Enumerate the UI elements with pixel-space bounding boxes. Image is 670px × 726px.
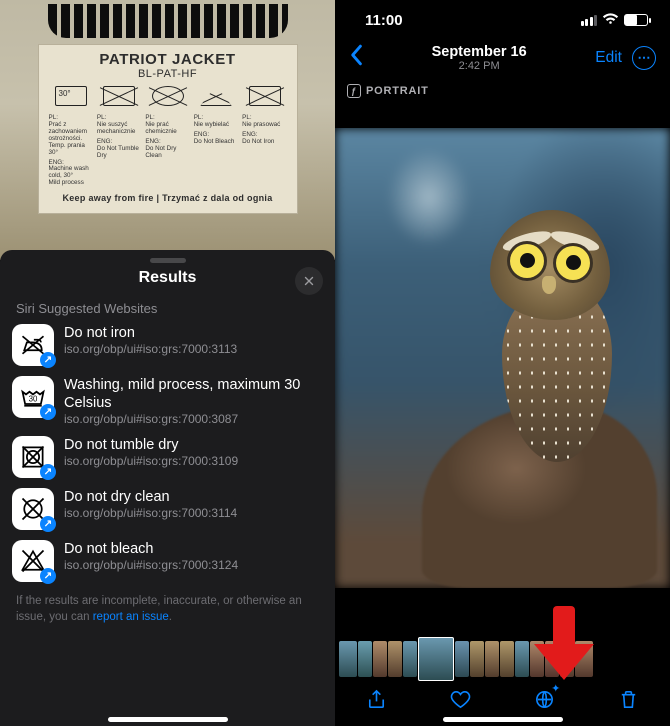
result-url: iso.org/obp/ui#iso:grs:7000:3113 [64, 342, 237, 356]
result-url: iso.org/obp/ui#iso:grs:7000:3124 [64, 558, 238, 572]
results-list: Do not ironiso.org/obp/ui#iso:grs:7000:3… [0, 324, 335, 582]
thumbnail[interactable] [339, 641, 357, 677]
photo-time: 2:42 PM [432, 60, 527, 72]
nav-bar: September 16 2:42 PM Edit ⋯ [335, 40, 670, 80]
home-indicator[interactable] [443, 717, 563, 722]
portrait-text: PORTRAIT [366, 85, 429, 97]
result-title: Do not bleach [64, 540, 238, 558]
thumbnail[interactable] [403, 641, 417, 677]
external-link-badge [40, 464, 56, 480]
product-code: BL-PAT-HF [49, 68, 287, 80]
result-row[interactable]: Do not tumble dryiso.org/obp/ui#iso:grs:… [12, 436, 323, 478]
status-icons [581, 12, 649, 28]
thumbnail[interactable] [470, 641, 484, 677]
thumbnail[interactable] [515, 641, 529, 677]
result-row[interactable]: Do not bleachiso.org/obp/ui#iso:grs:7000… [12, 540, 323, 582]
external-link-badge [40, 516, 56, 532]
thumbnail[interactable] [500, 641, 514, 677]
result-url: iso.org/obp/ui#iso:grs:7000:3114 [64, 506, 237, 520]
photo-date: September 16 [432, 44, 527, 60]
spiral-binding [48, 4, 288, 38]
care-col: PL:Nie wybielaćENG:Do Not Bleach [194, 115, 238, 187]
visual-lookup-panel: PATRIOT JACKET BL-PAT-HF 30° PL:Prać z z… [0, 0, 335, 726]
back-button[interactable] [349, 44, 363, 72]
visual-lookup-button[interactable]: ✦ [531, 686, 557, 712]
annotation-arrow [534, 606, 590, 686]
home-indicator[interactable] [108, 717, 228, 722]
external-link-badge [40, 352, 56, 368]
sheet-grabber[interactable] [150, 258, 186, 263]
thumbnail-strip[interactable] [335, 640, 670, 678]
sparkle-icon: ✦ [551, 682, 560, 695]
share-button[interactable] [364, 686, 390, 712]
care-col: PL:Nie prasowaćENG:Do Not Iron [242, 115, 286, 187]
result-url: iso.org/obp/ui#iso:grs:7000:3087 [64, 412, 323, 426]
care-col: PL:Prać z zachowaniem ostrożności.Temp. … [49, 115, 93, 187]
result-title: Do not dry clean [64, 488, 237, 506]
iron-x-icon [12, 324, 54, 366]
circle-x-icon [12, 488, 54, 530]
thumbnail[interactable] [485, 641, 499, 677]
footer-note: If the results are incomplete, inaccurat… [0, 582, 335, 625]
thumbnail[interactable] [455, 641, 469, 677]
clock: 11:00 [365, 12, 403, 29]
battery-icon [624, 14, 648, 26]
care-label: PATRIOT JACKET BL-PAT-HF 30° PL:Prać z z… [38, 44, 298, 214]
nav-title: September 16 2:42 PM [432, 44, 527, 72]
thumbnail[interactable] [373, 641, 387, 677]
sheet-title: Results [139, 269, 197, 287]
result-title: Do not iron [64, 324, 237, 342]
result-title: Do not tumble dry [64, 436, 238, 454]
photos-app-panel: 11:00 September 16 2:42 PM Edit ⋯ ƒ PORT… [335, 0, 670, 726]
thumbnail[interactable] [358, 641, 372, 677]
care-text-grid: PL:Prać z zachowaniem ostrożności.Temp. … [49, 115, 287, 187]
care-col: PL:Nie suszyć mechanicznieENG:Do Not Tum… [97, 115, 141, 187]
svg-text:30: 30 [29, 394, 38, 403]
report-issue-link[interactable]: report an issue [93, 611, 169, 623]
result-row[interactable]: Do not dry cleaniso.org/obp/ui#iso:grs:7… [12, 488, 323, 530]
care-tag-photo: PATRIOT JACKET BL-PAT-HF 30° PL:Prać z z… [0, 0, 335, 260]
portrait-f-icon: ƒ [347, 84, 361, 98]
keep-away-warning: Keep away from fire | Trzymać z dala od … [49, 193, 287, 203]
care-col: PL:Nie prać chemicznieENG:Do Not Dry Cle… [145, 115, 189, 187]
wifi-icon [602, 12, 619, 28]
bleach-x-icon [12, 540, 54, 582]
edit-button[interactable]: Edit [595, 49, 622, 67]
section-header: Siri Suggested Websites [0, 297, 335, 324]
more-button[interactable]: ⋯ [632, 46, 656, 70]
photo-viewer[interactable] [335, 128, 670, 588]
owl [482, 202, 632, 492]
result-url: iso.org/obp/ui#iso:grs:7000:3109 [64, 454, 238, 468]
status-bar: 11:00 [335, 0, 670, 40]
care-symbols-row: 30° [49, 84, 287, 113]
result-title: Washing, mild process, maximum 30 Celsiu… [64, 376, 323, 412]
delete-button[interactable] [615, 686, 641, 712]
footer-suffix: . [169, 611, 172, 623]
result-row[interactable]: Do not ironiso.org/obp/ui#iso:grs:7000:3… [12, 324, 323, 366]
wash-30-icon: 30 [12, 376, 54, 418]
cellular-icon [581, 15, 598, 26]
favorite-button[interactable] [448, 686, 474, 712]
external-link-badge [40, 404, 56, 420]
results-sheet: Results Siri Suggested Websites Do not i… [0, 250, 335, 726]
result-row[interactable]: 30 Washing, mild process, maximum 30 Cels… [12, 376, 323, 426]
portrait-badge[interactable]: ƒ PORTRAIT [335, 80, 670, 102]
close-button[interactable] [295, 267, 323, 295]
photo-toolbar: ✦ [335, 682, 670, 716]
tumble-x-icon [12, 436, 54, 478]
thumbnail[interactable] [388, 641, 402, 677]
product-name: PATRIOT JACKET [49, 51, 287, 68]
thumbnail[interactable] [418, 637, 454, 681]
